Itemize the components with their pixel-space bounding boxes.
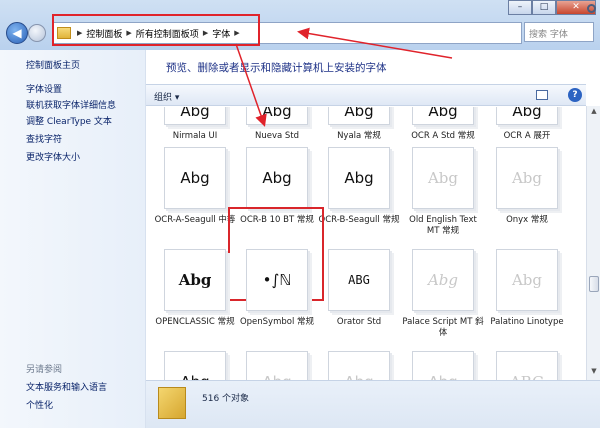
font-preview: Abg: [164, 351, 226, 380]
font-tile[interactable]: ABG Orator Std: [318, 249, 400, 328]
sidebar-home-link[interactable]: 控制面板主页: [26, 58, 80, 71]
font-preview: ABG: [328, 249, 390, 311]
font-tile[interactable]: Abg OCR-A-Seagull 中等: [154, 147, 236, 226]
font-tile[interactable]: Abg OCR A 展开: [486, 107, 568, 142]
scroll-down-icon[interactable]: ▼: [588, 367, 600, 379]
minimize-button[interactable]: –: [508, 0, 532, 15]
font-tile[interactable]: Abg OCR A Std 常规: [402, 107, 484, 142]
search-icon: [587, 4, 596, 13]
font-name: Nueva Std: [254, 131, 300, 141]
font-name: OCR A 展开: [503, 131, 551, 141]
annotation-box-address: [52, 14, 260, 46]
font-preview: Abg: [496, 107, 558, 125]
font-preview: ABG: [496, 351, 558, 380]
object-count: 516 个对象: [202, 394, 250, 404]
font-preview: Abg: [496, 147, 558, 209]
sidebar-link-font-settings[interactable]: 字体设置: [26, 82, 62, 95]
maximize-button[interactable]: □: [532, 0, 556, 15]
sidebar: 控制面板主页 字体设置 联机获取字体详细信息 调整 ClearType 文本 查…: [0, 50, 146, 428]
font-name: OPENCLASSIC 常规: [155, 317, 235, 327]
font-preview: •∫ℕ: [246, 249, 308, 311]
font-preview: Abg: [412, 147, 474, 209]
font-name: Nyala 常规: [337, 131, 381, 141]
sidebar-link-get-info[interactable]: 联机获取字体详细信息: [26, 98, 116, 111]
font-name: Nirmala UI: [172, 131, 218, 141]
font-name: OCR-A-Seagull 中等: [154, 215, 236, 225]
font-tile[interactable]: Abg: [318, 351, 400, 380]
font-tile[interactable]: Abg Palace Script MT 斜体: [402, 249, 484, 339]
font-tile[interactable]: Abg: [236, 351, 318, 380]
status-bar: 516 个对象: [146, 380, 600, 428]
font-tile[interactable]: Abg Nueva Std: [236, 107, 318, 142]
font-tile[interactable]: Abg OPENCLASSIC 常规: [154, 249, 236, 328]
font-tile[interactable]: ABG: [486, 351, 568, 380]
fonts-folder-icon: [158, 387, 186, 419]
scroll-thumb[interactable]: [589, 276, 599, 292]
sidebar-link-font-size[interactable]: 更改字体大小: [26, 150, 80, 163]
sidebar-link-cleartype[interactable]: 调整 ClearType 文本: [26, 114, 112, 127]
font-preview: Abg: [164, 107, 226, 125]
search-input[interactable]: 搜索 字体: [524, 22, 594, 42]
sidebar-link-text-services[interactable]: 文本服务和输入语言: [26, 380, 107, 393]
font-preview: Abg: [328, 107, 390, 125]
font-grid: Abg Nirmala UI Abg Nueva Std Abg Nyala 常规 A…: [146, 107, 586, 380]
font-preview: Abg: [412, 107, 474, 125]
toolbar: 组织 ▾ ?: [146, 84, 586, 106]
font-tile[interactable]: Abg Nyala 常规: [318, 107, 400, 142]
font-name: OCR A Std 常规: [411, 131, 475, 141]
font-preview: Abg: [496, 249, 558, 311]
font-preview: Abg: [246, 107, 308, 125]
font-name: Old English Text MT 常规: [409, 215, 477, 236]
font-name: OCR-B-Seagull 常规: [318, 215, 400, 225]
font-preview: Abg: [412, 249, 474, 311]
sidebar-link-find-char[interactable]: 查找字符: [26, 132, 62, 145]
font-preview: Abg: [246, 147, 308, 209]
main-panel: 预览、删除或者显示和隐藏计算机上安装的字体 组织 ▾ ? Abg Nirmala …: [146, 50, 600, 428]
see-also-heading: 另请参阅: [26, 365, 63, 375]
font-tile[interactable]: Abg: [154, 351, 236, 380]
font-preview: Abg: [246, 351, 308, 380]
font-preview: Abg: [328, 147, 390, 209]
font-name: Palace Script MT 斜体: [402, 317, 484, 338]
page-heading: 预览、删除或者显示和隐藏计算机上安装的字体: [166, 62, 387, 74]
sidebar-link-personalize[interactable]: 个性化: [26, 398, 53, 411]
font-tile[interactable]: Abg OCR-B-Seagull 常规: [318, 147, 400, 226]
font-preview: Abg: [328, 351, 390, 380]
font-name: OpenSymbol 常规: [239, 317, 315, 327]
forward-button[interactable]: [28, 24, 46, 42]
font-tile[interactable]: Abg Onyx 常规: [486, 147, 568, 226]
font-tile[interactable]: Abg Palatino Linotype: [486, 249, 568, 328]
view-options-icon[interactable]: [536, 90, 548, 100]
font-preview: Abg: [164, 249, 226, 311]
organize-menu[interactable]: 组织 ▾: [154, 90, 179, 103]
font-preview: Abg: [164, 147, 226, 209]
font-tile[interactable]: •∫ℕ OpenSymbol 常规: [236, 249, 318, 328]
font-tile[interactable]: Abg Old English Text MT 常规: [402, 147, 484, 237]
font-name: Palatino Linotype: [490, 317, 564, 327]
back-button[interactable]: ◀: [6, 22, 28, 44]
font-tile[interactable]: Abg: [402, 351, 484, 380]
title-bar: – □ ✕ ◀ ▶ 控制面板 ▶ 所有控制面板项 ▶ 字体 ▶ 搜索 字体: [0, 0, 600, 50]
window-controls: – □ ✕: [508, 0, 596, 16]
font-preview: Abg: [412, 351, 474, 380]
help-icon[interactable]: ?: [568, 88, 582, 102]
font-name: Onyx 常规: [506, 215, 548, 225]
back-arrow-icon: ◀: [12, 26, 22, 40]
scroll-up-icon[interactable]: ▲: [588, 107, 600, 119]
font-name: Orator Std: [336, 317, 382, 327]
font-tile[interactable]: Abg Nirmala UI: [154, 107, 236, 142]
vertical-scrollbar[interactable]: ▲ ▼: [586, 106, 600, 380]
